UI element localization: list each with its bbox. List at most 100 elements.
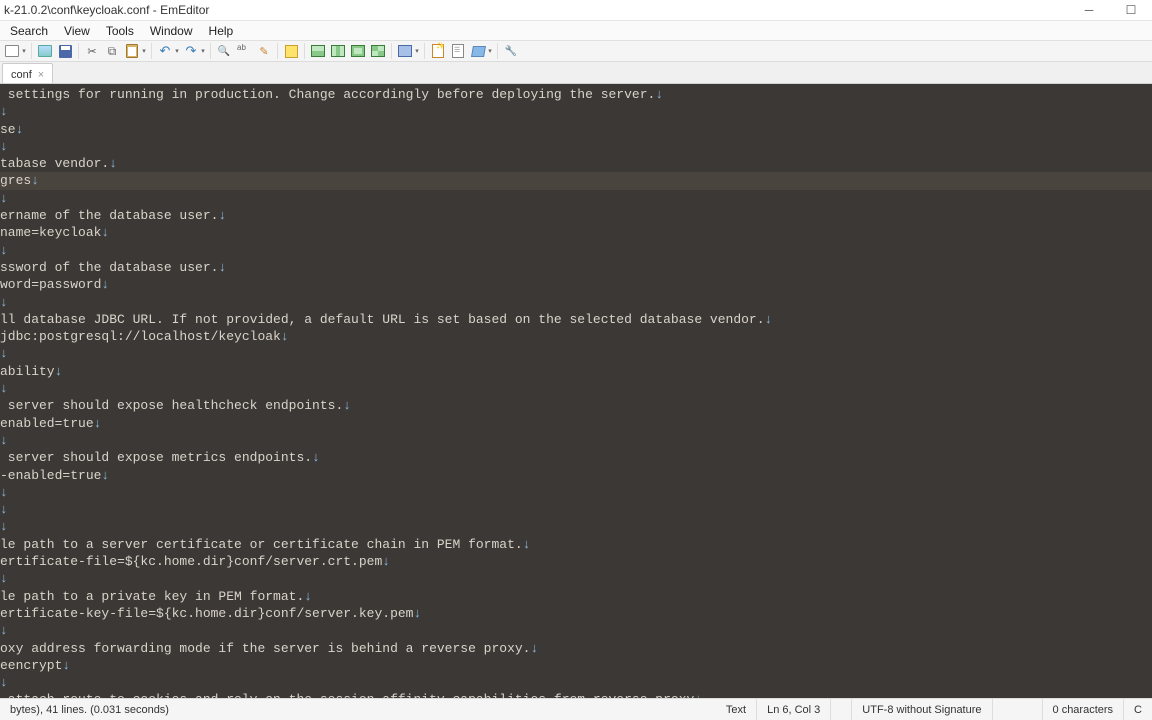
menu-window[interactable]: Window <box>142 22 201 40</box>
eol-icon: ↓ <box>304 589 312 604</box>
editor-line[interactable]: ↓ <box>0 380 1152 397</box>
editor-line[interactable]: ↓ <box>0 432 1152 449</box>
editor-line[interactable]: ername of the database user.↓ <box>0 207 1152 224</box>
new-file-button[interactable] <box>3 42 21 60</box>
split-v-button[interactable] <box>329 42 347 60</box>
eol-icon: ↓ <box>0 485 8 500</box>
editor-line[interactable]: ssword of the database user.↓ <box>0 259 1152 276</box>
tag-dropdown[interactable]: ▾ <box>486 47 494 55</box>
editor-line[interactable]: se↓ <box>0 121 1152 138</box>
undo-dropdown[interactable]: ▾ <box>173 47 181 55</box>
status-cursor-pos: Ln 6, Col 3 <box>757 699 831 720</box>
eol-icon: ↓ <box>0 346 8 361</box>
editor-line[interactable]: le path to a private key in PEM format.↓ <box>0 588 1152 605</box>
split-3-button[interactable] <box>349 42 367 60</box>
editor-line[interactable]: ertificate-file=${kc.home.dir}conf/serve… <box>0 553 1152 570</box>
editor-line[interactable]: le path to a server certificate or certi… <box>0 536 1152 553</box>
menu-view[interactable]: View <box>56 22 98 40</box>
window-button[interactable] <box>396 42 414 60</box>
toolbar: ▾ ▾ ▾ ▾ ▾ ▾ <box>0 40 1152 62</box>
doc-new-button[interactable] <box>429 42 447 60</box>
editor-line[interactable]: eencrypt↓ <box>0 657 1152 674</box>
redo-button[interactable] <box>182 42 200 60</box>
status-encoding[interactable]: UTF-8 without Signature <box>852 699 992 720</box>
eol-icon: ↓ <box>0 295 8 310</box>
editor-line[interactable]: ↓ <box>0 103 1152 120</box>
editor-line[interactable]: ↓ <box>0 518 1152 535</box>
menu-tools[interactable]: Tools <box>98 22 142 40</box>
eol-icon: ↓ <box>16 122 24 137</box>
editor-line[interactable]: gres↓ <box>0 172 1152 189</box>
tab-conf[interactable]: conf × <box>2 63 53 83</box>
editor-line[interactable]: ↓ <box>0 501 1152 518</box>
tag-button[interactable] <box>469 42 487 60</box>
eol-icon: ↓ <box>765 312 773 327</box>
editor-line[interactable]: ertificate-key-file=${kc.home.dir}conf/s… <box>0 605 1152 622</box>
editor-line[interactable]: settings for running in production. Chan… <box>0 86 1152 103</box>
status-bar: bytes), 41 lines. (0.031 seconds) Text L… <box>0 698 1152 720</box>
paste-button[interactable] <box>123 42 141 60</box>
highlight-button[interactable] <box>282 42 300 60</box>
redo-dropdown[interactable]: ▾ <box>199 47 207 55</box>
eol-icon: ↓ <box>531 641 539 656</box>
replace-button[interactable] <box>235 42 253 60</box>
split-h-button[interactable] <box>309 42 327 60</box>
status-ovr: C <box>1124 699 1152 720</box>
find-button[interactable] <box>215 42 233 60</box>
cut-button[interactable] <box>83 42 101 60</box>
title-bar: k-21.0.2\conf\keycloak.conf - EmEditor ─… <box>0 0 1152 20</box>
editor-line[interactable]: ↓ <box>0 242 1152 259</box>
status-spacer2 <box>993 699 1043 720</box>
eol-icon: ↓ <box>0 571 8 586</box>
open-button[interactable] <box>36 42 54 60</box>
eol-icon: ↓ <box>0 623 8 638</box>
editor-line[interactable]: ↓ <box>0 622 1152 639</box>
split-4-button[interactable] <box>369 42 387 60</box>
editor-line[interactable]: jdbc:postgresql://localhost/keycloak↓ <box>0 328 1152 345</box>
editor-line[interactable]: ↓ <box>0 345 1152 362</box>
undo-button[interactable] <box>156 42 174 60</box>
eol-icon: ↓ <box>0 502 8 517</box>
editor-line[interactable]: ll database JDBC URL. If not provided, a… <box>0 311 1152 328</box>
eol-icon: ↓ <box>312 450 320 465</box>
copy-button[interactable] <box>103 42 121 60</box>
editor-line[interactable]: tabase vendor.↓ <box>0 155 1152 172</box>
eol-icon: ↓ <box>218 208 226 223</box>
editor-line[interactable]: enabled=true↓ <box>0 415 1152 432</box>
goto-button[interactable] <box>255 42 273 60</box>
eol-icon: ↓ <box>655 87 663 102</box>
window-controls: ─ ☐ <box>1080 3 1148 17</box>
editor-line[interactable]: name=keycloak↓ <box>0 224 1152 241</box>
editor-line[interactable]: word=password↓ <box>0 276 1152 293</box>
eol-icon: ↓ <box>0 104 8 119</box>
status-selection: 0 characters <box>1043 699 1125 720</box>
eol-icon: ↓ <box>0 675 8 690</box>
editor-line[interactable]: ↓ <box>0 138 1152 155</box>
maximize-button[interactable]: ☐ <box>1122 3 1140 17</box>
status-mode[interactable]: Text <box>716 699 757 720</box>
menu-search[interactable]: Search <box>2 22 56 40</box>
menu-help[interactable]: Help <box>201 22 242 40</box>
paste-dropdown[interactable]: ▾ <box>140 47 148 55</box>
save-button[interactable] <box>56 42 74 60</box>
editor-area[interactable]: settings for running in production. Chan… <box>0 84 1152 698</box>
editor-line[interactable]: server should expose metrics endpoints.↓ <box>0 449 1152 466</box>
editor-line[interactable]: ↓ <box>0 190 1152 207</box>
settings-button[interactable] <box>502 42 520 60</box>
editor-line[interactable]: ↓ <box>0 294 1152 311</box>
editor-line[interactable]: oxy address forwarding mode if the serve… <box>0 640 1152 657</box>
editor-line[interactable]: ability↓ <box>0 363 1152 380</box>
editor-line[interactable]: ↓ <box>0 674 1152 691</box>
eol-icon: ↓ <box>413 606 421 621</box>
editor-line[interactable]: server should expose healthcheck endpoin… <box>0 397 1152 414</box>
tab-bar: conf × <box>0 62 1152 84</box>
editor-line[interactable]: ↓ <box>0 570 1152 587</box>
new-file-dropdown[interactable]: ▾ <box>20 47 28 55</box>
tab-close-icon[interactable]: × <box>38 69 44 81</box>
minimize-button[interactable]: ─ <box>1080 3 1098 17</box>
editor-line[interactable]: attach route to cookies and rely on the … <box>0 691 1152 698</box>
editor-line[interactable]: -enabled=true↓ <box>0 467 1152 484</box>
doc-list-button[interactable] <box>449 42 467 60</box>
editor-line[interactable]: ↓ <box>0 484 1152 501</box>
window-dropdown[interactable]: ▾ <box>413 47 421 55</box>
